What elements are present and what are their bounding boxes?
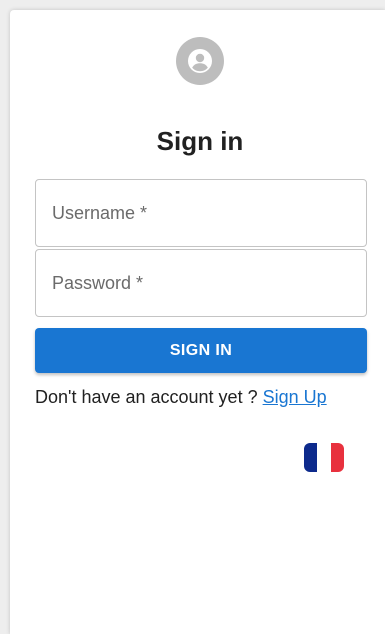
flag-white-stripe (317, 443, 331, 472)
username-input[interactable] (36, 180, 366, 246)
flag-blue-stripe (304, 443, 318, 472)
account-circle-icon (188, 49, 212, 73)
password-field[interactable] (35, 249, 367, 317)
france-flag-icon[interactable] (304, 443, 344, 472)
signin-card: Sign in SIGN IN Don't have an account ye… (10, 10, 385, 634)
page-title: Sign in (156, 126, 244, 156)
sign-in-button[interactable]: SIGN IN (35, 328, 367, 373)
signup-prompt-text: Don't have an account yet ? (35, 387, 263, 407)
sign-up-link[interactable]: Sign Up (263, 387, 327, 407)
username-field[interactable] (35, 179, 367, 247)
signup-prompt: Don't have an account yet ? Sign Up (35, 387, 327, 408)
avatar (176, 37, 224, 85)
password-input[interactable] (36, 250, 366, 316)
flag-red-stripe (330, 443, 344, 472)
